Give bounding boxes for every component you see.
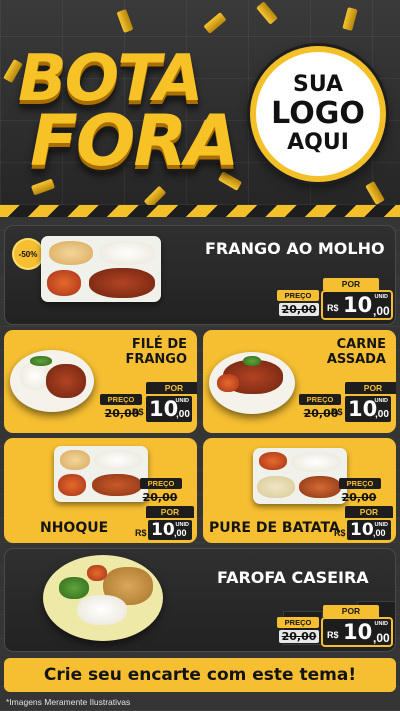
price-block: PREÇO 20,00 POR R$ 10 ,00 UNID bbox=[301, 476, 396, 542]
confetti-decoration bbox=[203, 12, 227, 34]
price-unit: UNID bbox=[374, 294, 388, 300]
product-name: FILÉ DE FRANGO bbox=[112, 337, 187, 368]
logo-text-sua: SUA bbox=[292, 72, 344, 97]
old-price: 20,00 bbox=[142, 491, 178, 504]
price-integer: 10 bbox=[151, 520, 175, 540]
price-cents: ,00 bbox=[375, 409, 389, 420]
price-label-por: POR bbox=[146, 506, 194, 518]
price-label-preco: PREÇO bbox=[100, 394, 142, 405]
price-label-preco: PREÇO bbox=[277, 617, 319, 628]
currency-symbol: R$ bbox=[331, 407, 343, 417]
new-price: R$ 10 ,00 UNID bbox=[132, 394, 194, 424]
price-label-preco: PREÇO bbox=[277, 290, 319, 301]
price-unit: UNID bbox=[175, 398, 189, 404]
price-cents: ,00 bbox=[176, 409, 190, 420]
old-price: 20,00 bbox=[279, 303, 319, 316]
product-name-line1: FILÉ DE bbox=[131, 337, 187, 352]
food-image bbox=[209, 352, 295, 414]
price-unit: UNID bbox=[175, 522, 189, 528]
product-name-line1: CARNE bbox=[336, 337, 386, 352]
new-price: R$ 10 ,00 UNID bbox=[331, 394, 393, 424]
product-card-carne-assada[interactable]: CARNE ASSADA PREÇO 20,00 POR R$ 10 ,00 U… bbox=[203, 330, 396, 433]
price-block: PREÇO 20,00 POR R$ 10 ,00 UNID bbox=[299, 382, 396, 428]
price-integer: 10 bbox=[348, 397, 378, 421]
price-label-por: POR bbox=[345, 506, 393, 518]
product-card-frango-ao-molho[interactable]: -50% FRANGO AO MOLHO PREÇO 20,00 POR R$ … bbox=[4, 225, 396, 325]
product-name: FRANGO AO MOLHO bbox=[205, 239, 385, 258]
price-label-preco: PREÇO bbox=[339, 478, 381, 489]
price-label-por: POR bbox=[345, 382, 396, 394]
cta-banner[interactable]: Crie seu encarte com este tema! bbox=[4, 658, 396, 692]
currency-symbol: R$ bbox=[132, 407, 144, 417]
price-integer: 10 bbox=[343, 293, 373, 317]
price-integer: 10 bbox=[350, 520, 374, 540]
price-integer: 10 bbox=[149, 397, 179, 421]
currency-symbol: R$ bbox=[135, 528, 147, 538]
product-name: PURE DE BATATA bbox=[209, 520, 340, 536]
price-cents: ,00 bbox=[174, 528, 187, 538]
product-name: CARNE ASSADA bbox=[311, 337, 386, 368]
product-name: NHOQUE bbox=[40, 520, 109, 536]
price-block: PREÇO 20,00 POR R$ 10 ,00 UNID bbox=[102, 476, 197, 542]
price-block: PREÇO 20,00 POR R$ 10 ,00 UNID bbox=[277, 605, 395, 651]
confetti-decoration bbox=[143, 185, 167, 205]
hazard-stripe bbox=[0, 205, 400, 217]
price-cents: ,00 bbox=[373, 304, 390, 318]
food-image bbox=[10, 350, 94, 412]
new-price: R$ 10 ,00 UNID bbox=[321, 617, 393, 647]
title-fora: FORA bbox=[30, 100, 239, 182]
disclaimer-text: *Imagens Meramente Ilustrativas bbox=[6, 697, 131, 707]
price-label-preco: PREÇO bbox=[299, 394, 341, 405]
price-block: PREÇO 20,00 POR R$ 10 ,00 UNID bbox=[277, 278, 395, 324]
confetti-decoration bbox=[365, 180, 385, 205]
product-name: FAROFA CASEIRA bbox=[217, 568, 369, 587]
confetti-decoration bbox=[116, 8, 134, 34]
product-card-file-de-frango[interactable]: FILÉ DE FRANGO PREÇO 20,00 POR R$ 10 ,00… bbox=[4, 330, 197, 433]
new-price: R$ 10 ,00 UNID bbox=[321, 290, 393, 320]
logo-text-aqui: AQUI bbox=[287, 130, 349, 155]
product-name-line2: ASSADA bbox=[326, 351, 386, 367]
discount-badge: -50% bbox=[14, 240, 42, 268]
new-price: R$ 10 ,00 UNID bbox=[334, 518, 393, 542]
logo-text-logo: LOGO bbox=[271, 96, 365, 131]
price-integer: 10 bbox=[343, 620, 373, 644]
price-label-por: POR bbox=[146, 382, 197, 394]
product-card-nhoque[interactable]: PREÇO 20,00 POR R$ 10 ,00 UNID NHOQUE bbox=[4, 438, 197, 543]
confetti-decoration bbox=[342, 7, 358, 31]
price-label-por: POR bbox=[323, 605, 379, 617]
food-image bbox=[43, 555, 163, 641]
price-label-preco: PREÇO bbox=[140, 478, 182, 489]
product-card-farofa-caseira[interactable]: FAROFA CASEIRA PREÇO 20,00 POR R$ 10 ,00… bbox=[4, 548, 396, 652]
price-cents: ,00 bbox=[373, 631, 390, 645]
logo-placeholder[interactable]: SUA LOGO AQUI bbox=[250, 46, 386, 182]
price-label-por: POR bbox=[323, 278, 379, 290]
price-unit: UNID bbox=[374, 398, 388, 404]
price-unit: UNID bbox=[374, 522, 388, 528]
old-price: 20,00 bbox=[341, 491, 377, 504]
currency-symbol: R$ bbox=[327, 630, 339, 640]
product-card-pure-de-batata[interactable]: PREÇO 20,00 POR R$ 10 ,00 UNID PURE DE B… bbox=[203, 438, 396, 543]
price-block: PREÇO 20,00 POR R$ 10 ,00 UNID bbox=[100, 382, 197, 428]
confetti-decoration bbox=[256, 1, 278, 25]
price-unit: UNID bbox=[374, 621, 388, 627]
currency-symbol: R$ bbox=[327, 303, 339, 313]
food-image bbox=[41, 236, 161, 302]
price-cents: ,00 bbox=[373, 528, 386, 538]
product-name-line2: FRANGO bbox=[125, 351, 187, 367]
new-price: R$ 10 ,00 UNID bbox=[135, 518, 194, 542]
header-banner: BOTA FORA SUA LOGO AQUI bbox=[0, 0, 400, 205]
old-price: 20,00 bbox=[279, 630, 319, 643]
